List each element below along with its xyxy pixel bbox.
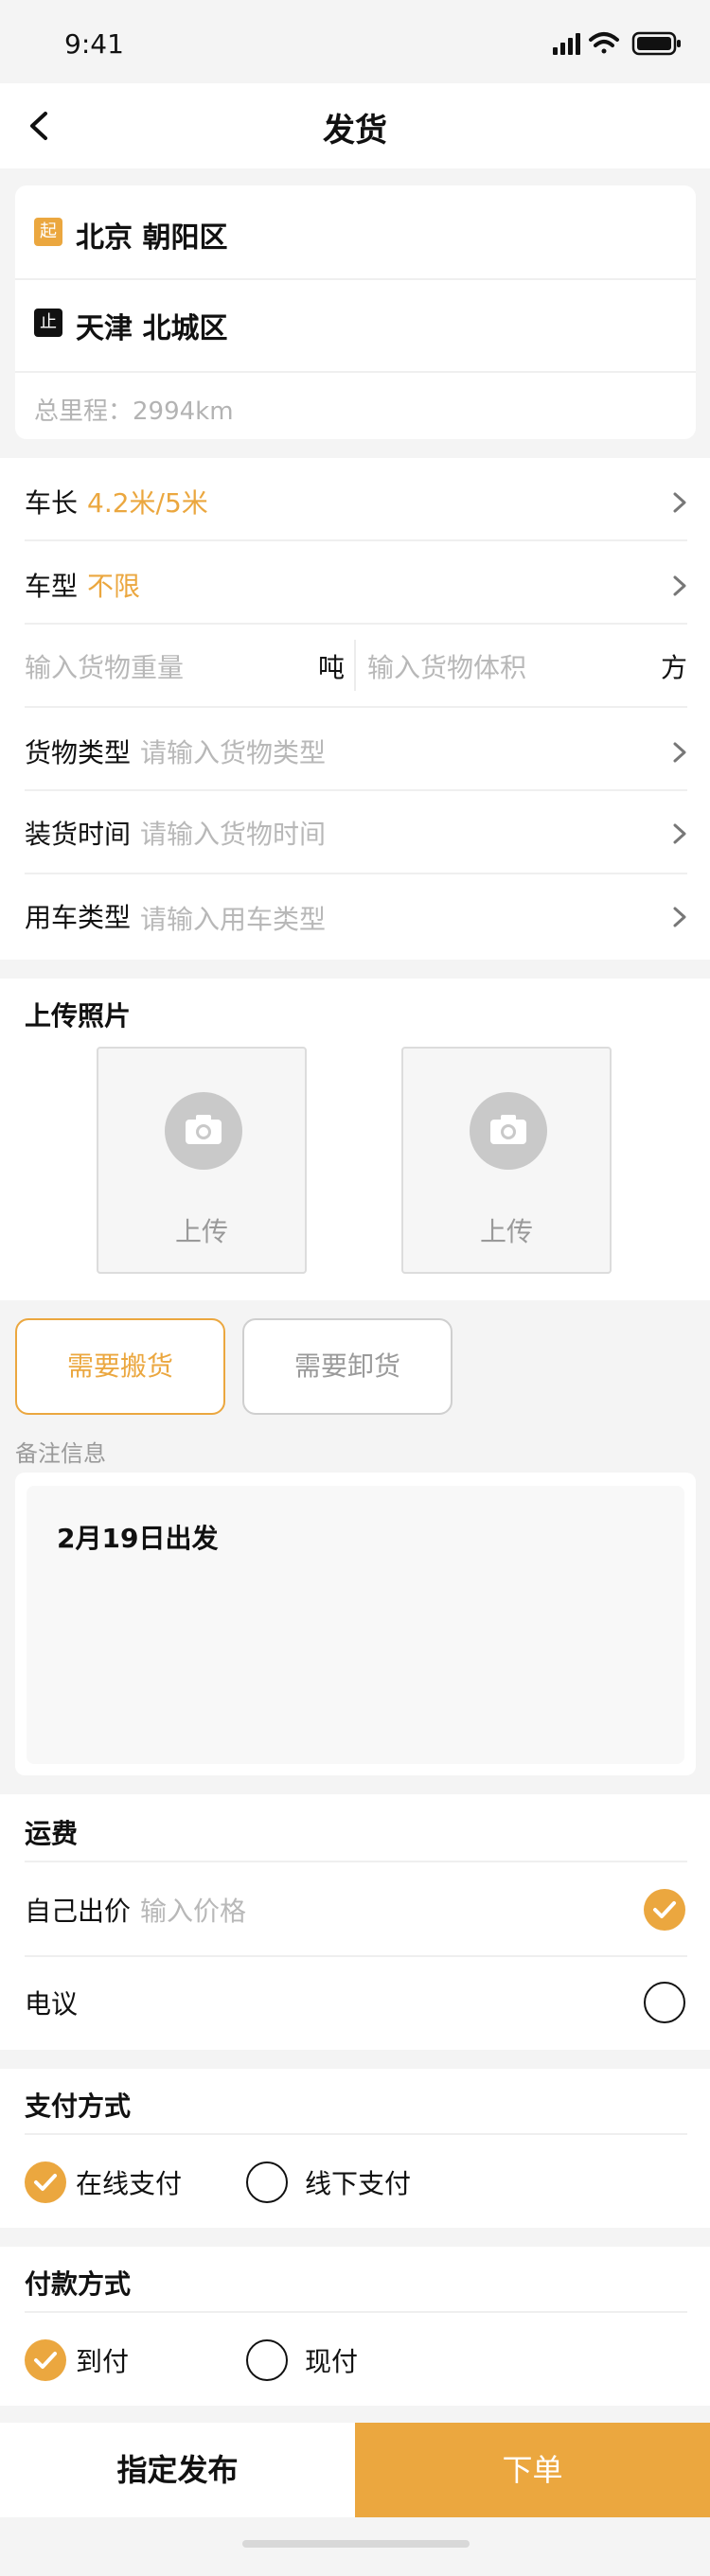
divider xyxy=(25,2311,687,2313)
online-pay-radio[interactable] xyxy=(25,2161,66,2203)
upload-photo-button[interactable]: 上传 xyxy=(97,1047,307,1274)
divider xyxy=(25,623,687,625)
remark-label: 备注信息 xyxy=(15,1440,106,1467)
section-title: 上传照片 xyxy=(25,1000,132,1032)
on-arrival-label: 到付 xyxy=(76,2346,130,2377)
cargo-type-label: 货物类型 xyxy=(25,737,132,768)
remark-textarea[interactable]: 2月19日出发 xyxy=(27,1486,684,1764)
camera-icon xyxy=(165,1092,242,1170)
page-title: 发货 xyxy=(323,112,387,150)
load-time-label: 装货时间 xyxy=(25,819,132,850)
divider xyxy=(25,1861,687,1862)
end-location[interactable]: 天津 北城区 xyxy=(76,305,227,346)
chevron-right-icon xyxy=(673,907,686,927)
chevron-right-icon xyxy=(673,575,686,596)
use-type-label: 用车类型 xyxy=(25,902,132,933)
upload-photo-button[interactable]: 上传 xyxy=(401,1047,612,1274)
payment-method-section: 支付方式 在线支付 线下支付 xyxy=(0,2069,710,2228)
cash-radio[interactable] xyxy=(246,2339,288,2381)
check-icon xyxy=(653,1901,676,1918)
weight-input[interactable]: 输入货物重量 xyxy=(25,647,184,685)
divider xyxy=(354,640,356,691)
bottom-action-bar: 指定发布 下单 xyxy=(0,2423,710,2517)
chevron-right-icon xyxy=(673,823,686,844)
settlement-section: 付款方式 到付 现付 xyxy=(0,2247,710,2406)
status-time: 9:41 xyxy=(64,28,124,60)
check-icon xyxy=(34,2352,57,2369)
status-icons xyxy=(553,31,681,56)
assign-publish-button[interactable]: 指定发布 xyxy=(0,2423,355,2517)
divider xyxy=(15,278,696,280)
offline-pay-label: 线下支付 xyxy=(305,2168,412,2199)
vehicle-form: 车长 4.2米/5米 车型 不限 输入货物重量 吨 输入货物体积 方 货物类型 … xyxy=(0,458,710,960)
wifi-icon xyxy=(589,32,619,54)
divider xyxy=(15,371,696,373)
upload-label: 上传 xyxy=(479,1216,533,1247)
section-title: 运费 xyxy=(25,1818,79,1849)
vehicle-length-label: 车长 xyxy=(25,487,79,519)
self-price-radio[interactable] xyxy=(644,1889,685,1931)
cargo-type-input[interactable]: 请输入货物类型 xyxy=(140,732,326,770)
use-type-input[interactable]: 请输入用车类型 xyxy=(140,899,326,937)
freight-section: 运费 自己出价 输入价格 电议 xyxy=(0,1794,710,2050)
place-order-button[interactable]: 下单 xyxy=(355,2423,710,2517)
cash-label: 现付 xyxy=(305,2346,359,2377)
end-tag: 止 xyxy=(34,309,62,337)
need-unload-toggle[interactable]: 需要卸货 xyxy=(242,1318,453,1415)
volume-unit: 方 xyxy=(661,652,688,683)
remark-text: 2月19日出发 xyxy=(57,1523,219,1554)
self-price-label: 自己出价 xyxy=(25,1896,132,1927)
photo-upload-section: 上传照片 上传 上传 xyxy=(0,979,710,1300)
divider xyxy=(25,2133,687,2135)
vehicle-length-value: 4.2米/5米 xyxy=(87,487,208,519)
need-carry-toggle[interactable]: 需要搬货 xyxy=(15,1318,225,1415)
divider xyxy=(25,706,687,708)
total-mileage: 总里程：2994km xyxy=(34,397,234,426)
vehicle-type-label: 车型 xyxy=(25,571,79,602)
online-pay-label: 在线支付 xyxy=(76,2168,183,2199)
negotiate-label: 电议 xyxy=(25,1988,79,2020)
divider xyxy=(25,1955,687,1957)
route-card: 起 北京 朝阳区 止 天津 北城区 总里程：2994km xyxy=(15,185,696,439)
home-indicator xyxy=(242,2540,470,2548)
section-title: 付款方式 xyxy=(25,2268,132,2300)
offline-pay-radio[interactable] xyxy=(246,2161,288,2203)
chevron-right-icon xyxy=(673,492,686,513)
vehicle-type-value: 不限 xyxy=(87,571,141,602)
price-input[interactable]: 输入价格 xyxy=(140,1891,246,1929)
start-tag: 起 xyxy=(34,218,62,246)
divider xyxy=(25,789,687,791)
start-location[interactable]: 北京 朝阳区 xyxy=(76,214,227,256)
divider xyxy=(25,873,687,874)
remark-card: 2月19日出发 xyxy=(15,1473,696,1775)
chevron-right-icon xyxy=(673,742,686,763)
divider xyxy=(25,539,687,541)
on-arrival-radio[interactable] xyxy=(25,2339,66,2381)
battery-icon xyxy=(631,31,681,56)
section-title: 支付方式 xyxy=(25,2091,132,2122)
weight-unit: 吨 xyxy=(318,652,346,683)
volume-input[interactable]: 输入货物体积 xyxy=(367,647,526,685)
load-time-input[interactable]: 请输入货物时间 xyxy=(140,814,326,852)
signal-icon xyxy=(553,33,580,55)
check-icon xyxy=(34,2174,57,2191)
negotiate-radio[interactable] xyxy=(644,1982,685,2023)
upload-label: 上传 xyxy=(174,1216,228,1247)
camera-icon xyxy=(470,1092,547,1170)
